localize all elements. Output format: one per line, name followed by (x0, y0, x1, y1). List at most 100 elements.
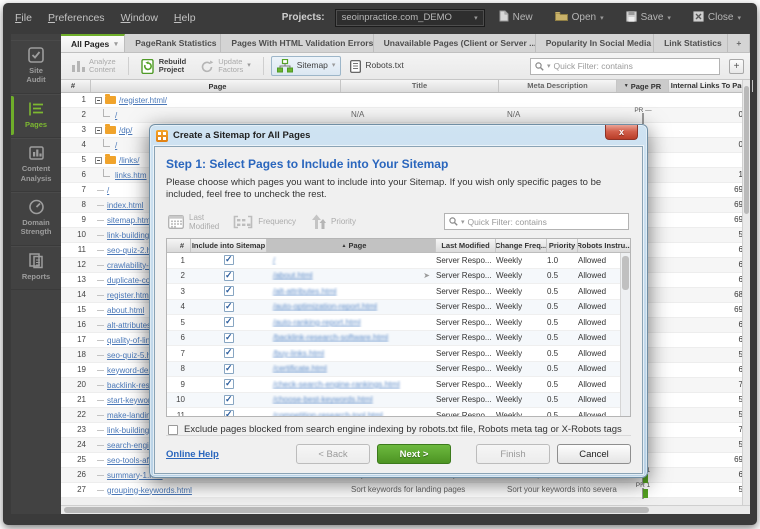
page-link[interactable]: sitemap.htm (107, 216, 151, 225)
table-row[interactable]: 27grouping-keywords.htmlSort keywords fo… (61, 483, 750, 498)
page-link[interactable]: link-building- (107, 426, 152, 435)
column-header-internal-links[interactable]: Internal Links To Page (669, 80, 753, 92)
page-link[interactable]: backlink-rese (107, 381, 154, 390)
open-button[interactable]: Open▾ (551, 8, 608, 27)
sitemap-table-row[interactable]: 1/Server Respo...Weekly1.0Allowed (167, 253, 630, 269)
dialog-vertical-scrollbar[interactable] (620, 253, 630, 416)
tab-pagerank-statistics[interactable]: PageRank Statistics (125, 34, 221, 52)
tab-link-statistics[interactable]: Link Statistics (654, 34, 728, 52)
new-button[interactable]: New (495, 8, 537, 27)
update-factors-button[interactable]: UpdateFactors ▾ (195, 56, 256, 77)
table-row[interactable]: 1/register.html/ (61, 93, 750, 108)
column-header-last-modified[interactable]: Last Modified (436, 239, 496, 252)
page-link[interactable]: /certificate.html (273, 364, 327, 373)
next-button[interactable]: Next > (377, 444, 451, 464)
save-button[interactable]: Save▾ (622, 8, 675, 27)
include-checkbox[interactable] (224, 255, 234, 265)
include-checkbox[interactable] (224, 364, 234, 374)
page-link[interactable]: make-landing (107, 411, 155, 420)
last-modified-button[interactable]: LastModified (168, 213, 219, 231)
page-link[interactable]: /competition-research-tool.html (273, 411, 383, 417)
page-link[interactable]: /backlink-research-software.html (273, 333, 388, 342)
scrollbar-thumb[interactable] (622, 256, 629, 290)
column-header-meta[interactable]: Meta Description (499, 80, 617, 92)
sidebar-item-site-audit[interactable]: SiteAudit (11, 40, 61, 94)
column-header-change-freq[interactable]: Change Freq... (496, 239, 547, 252)
sidebar-item-reports[interactable]: Reports (11, 246, 61, 290)
page-link[interactable]: /about.html (273, 271, 313, 280)
add-tab-button[interactable]: + (728, 34, 750, 52)
page-link[interactable]: quality-of-link (107, 336, 154, 345)
collapse-icon[interactable] (95, 97, 102, 104)
sidebar-item-domain-strength[interactable]: DomainStrength (11, 192, 61, 246)
sitemap-table-row[interactable]: 11/competition-research-tool.htmlServer … (167, 408, 630, 417)
tab-unavailable-pages-client-or-server[interactable]: Unavailable Pages (Client or Server ... (374, 34, 536, 52)
back-button[interactable]: < Back (296, 444, 370, 464)
page-link[interactable]: / (115, 141, 117, 150)
sitemap-table-row[interactable]: 5/auto-ranking-report.htmlServer Respo..… (167, 315, 630, 331)
column-header-extra[interactable]: Extr (753, 80, 757, 92)
include-checkbox[interactable] (224, 271, 234, 281)
page-link[interactable]: search-engin (107, 441, 153, 450)
page-link[interactable]: keyword-den (107, 366, 153, 375)
column-header-num[interactable]: # (61, 80, 91, 92)
sitemap-table-row[interactable]: 3/alt-attributes.htmlServer Respo...Week… (167, 284, 630, 300)
column-header-title[interactable]: Title (341, 80, 499, 92)
page-link[interactable]: links.htm (115, 171, 147, 180)
cancel-button[interactable]: Cancel (557, 444, 631, 464)
sitemap-table-row[interactable]: 4/auto-optimization-report.htmlServer Re… (167, 300, 630, 316)
add-column-button[interactable]: + (729, 59, 744, 74)
sitemap-table-row[interactable]: 8/certificate.htmlServer Respo...Weekly0… (167, 362, 630, 378)
tab-popularity-in-social-media[interactable]: Popularity In Social Media (536, 34, 654, 52)
page-link[interactable]: /dp/ (119, 126, 132, 135)
column-header-robots[interactable]: Robots Instru... (578, 239, 630, 252)
sitemap-table-row[interactable]: 10/choose-best-keywords.htmlServer Respo… (167, 393, 630, 409)
include-checkbox[interactable] (224, 379, 234, 389)
sidebar-item-content-analysis[interactable]: ContentAnalysis (11, 138, 61, 192)
exclude-pages-checkbox[interactable] (168, 425, 178, 435)
page-link[interactable]: index.html (107, 201, 143, 210)
page-link[interactable]: crawlability-f (107, 261, 151, 270)
page-link[interactable]: grouping-keywords.html (107, 486, 192, 495)
page-link[interactable]: duplicate-co (107, 276, 150, 285)
page-link[interactable]: / (107, 186, 109, 195)
sidebar-item-pages[interactable]: Pages (11, 94, 61, 138)
page-link[interactable]: seo-quiz-5.ht (107, 351, 153, 360)
dialog-quick-filter-input[interactable]: ▾ Quick Filter: contains (444, 213, 629, 230)
include-checkbox[interactable] (224, 410, 234, 417)
page-link[interactable]: seo-quiz-2.ht (107, 246, 153, 255)
menu-help[interactable]: Help (174, 12, 196, 24)
tab-all-pages[interactable]: All Pages▾ (61, 34, 125, 52)
page-link[interactable]: /check-search-engine-rankings.html (273, 380, 400, 389)
page-link[interactable]: /buy-links.html (273, 349, 324, 358)
page-link[interactable]: about.html (107, 306, 144, 315)
robots-txt-button[interactable]: Robots.txt (345, 58, 408, 75)
column-header-num[interactable]: # (167, 239, 191, 252)
include-checkbox[interactable] (224, 395, 234, 405)
finish-button[interactable]: Finish (476, 444, 550, 464)
page-link[interactable]: / (273, 256, 275, 265)
column-header-include[interactable]: Include into Sitemap (191, 239, 267, 252)
page-link[interactable]: start-keyword (107, 396, 155, 405)
column-header-page[interactable]: ▲Page (267, 239, 436, 252)
page-link[interactable]: /register.html/ (119, 96, 167, 105)
tab-pages-with-html-validation-errors[interactable]: Pages With HTML Validation Errors (221, 34, 373, 52)
include-checkbox[interactable] (224, 286, 234, 296)
vertical-scrollbar[interactable] (742, 80, 750, 505)
page-link[interactable]: /links/ (119, 156, 139, 165)
horizontal-scrollbar[interactable] (61, 505, 750, 514)
collapse-icon[interactable] (95, 127, 102, 134)
page-link[interactable]: link-building- (107, 231, 152, 240)
project-select[interactable]: seoinpractice.com_DEMO ▾ (335, 9, 485, 27)
sitemap-table-row[interactable]: 2/about.html➤Server Respo...Weekly0.5All… (167, 269, 630, 285)
page-link[interactable]: alt-attributes (107, 321, 151, 330)
sitemap-table-row[interactable]: 6/backlink-research-software.htmlServer … (167, 331, 630, 347)
quick-filter-input[interactable]: ▾ Quick Filter: contains (530, 58, 720, 75)
column-header-page-pr[interactable]: ▼Page PR (617, 80, 669, 92)
page-link[interactable]: register.html (107, 291, 151, 300)
column-header-page[interactable]: Page (91, 80, 341, 92)
close-button[interactable]: Close▾ (689, 8, 745, 27)
collapse-icon[interactable] (95, 157, 102, 164)
scrollbar-thumb[interactable] (744, 86, 749, 214)
page-link[interactable]: seo-tools-aff (107, 456, 151, 465)
